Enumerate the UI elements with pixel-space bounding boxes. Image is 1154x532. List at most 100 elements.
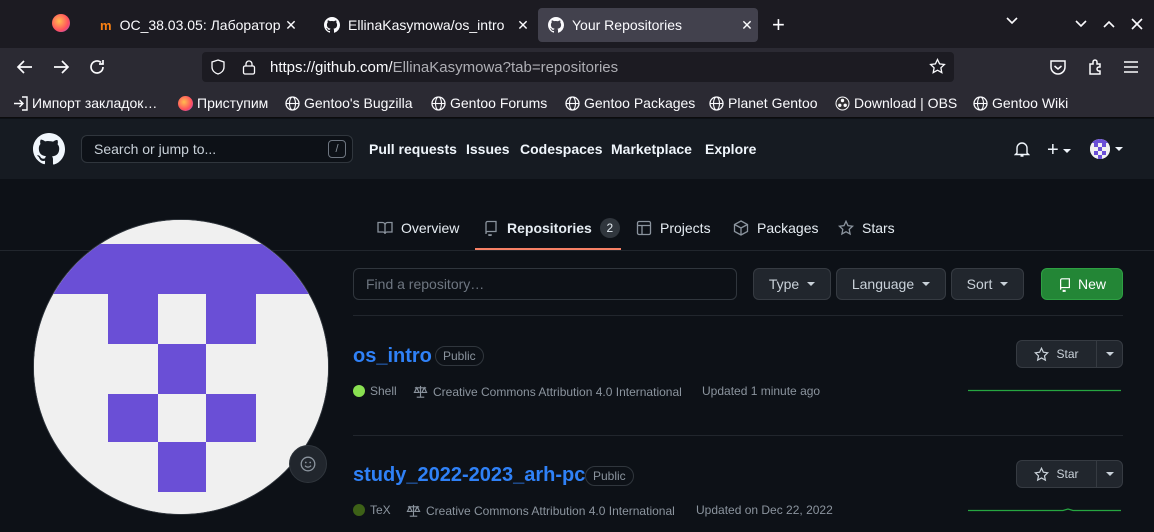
caret-down-icon bbox=[1105, 352, 1114, 356]
repo-license: Creative Commons Attribution 4.0 Interna… bbox=[413, 384, 682, 399]
tab-os-intro[interactable]: EllinaKasymowa/os_intro ✕ bbox=[314, 8, 534, 42]
language-label: Language bbox=[851, 276, 915, 292]
plus-icon: + bbox=[1047, 139, 1059, 161]
menu-icon[interactable] bbox=[1119, 55, 1143, 79]
star-label: Star bbox=[1056, 467, 1079, 481]
caret-down-icon bbox=[1000, 282, 1009, 286]
type-label: Type bbox=[768, 276, 800, 292]
repo-language: TeX bbox=[353, 503, 391, 517]
caret-down-icon bbox=[922, 282, 931, 286]
repo-icon bbox=[485, 220, 497, 236]
github-logo-icon[interactable] bbox=[33, 133, 66, 170]
forward-arrow-icon[interactable] bbox=[49, 55, 73, 79]
globe-icon bbox=[284, 95, 300, 111]
close-icon[interactable]: ✕ bbox=[280, 17, 302, 34]
divider bbox=[353, 315, 1123, 316]
tab-your-repositories[interactable]: Your Repositories ✕ bbox=[538, 8, 758, 42]
search-input[interactable]: Search or jump to... / bbox=[81, 135, 353, 163]
language-color-dot bbox=[353, 385, 365, 397]
bookmark-planet-gentoo[interactable]: Planet Gentoo bbox=[708, 93, 818, 113]
close-icon[interactable]: ✕ bbox=[736, 17, 758, 34]
license-name: Creative Commons Attribution 4.0 Interna… bbox=[433, 384, 682, 399]
star-toggle[interactable]: Star bbox=[1017, 341, 1097, 367]
globe-icon bbox=[708, 95, 724, 111]
bookmark-gentoo-bugzilla[interactable]: Gentoo's Bugzilla bbox=[284, 93, 413, 113]
globe-icon bbox=[972, 95, 988, 111]
repo-language: Shell bbox=[353, 384, 397, 398]
reload-icon[interactable] bbox=[85, 55, 109, 79]
avatar[interactable] bbox=[33, 219, 329, 515]
bookmark-download-obs[interactable]: Download | OBS bbox=[834, 93, 957, 113]
notifications-bell-icon[interactable] bbox=[1013, 141, 1031, 163]
package-icon bbox=[733, 220, 749, 236]
lock-icon[interactable] bbox=[242, 59, 260, 75]
bookmark-gentoo-forums[interactable]: Gentoo Forums bbox=[430, 93, 547, 113]
bookmark-gentoo-wiki[interactable]: Gentoo Wiki bbox=[972, 93, 1068, 113]
caret-down-icon bbox=[1062, 148, 1071, 153]
bookmark-star-icon[interactable] bbox=[929, 57, 946, 79]
globe-icon bbox=[564, 95, 580, 111]
tab-projects[interactable]: Projects bbox=[636, 218, 711, 238]
star-toggle[interactable]: Star bbox=[1017, 461, 1097, 487]
address-bar[interactable]: https://github.com/EllinaKasymowa?tab=re… bbox=[202, 52, 954, 82]
repo-updated: Updated 1 minute ago bbox=[702, 384, 821, 398]
nav-pull-requests[interactable]: Pull requests bbox=[369, 141, 457, 157]
back-arrow-icon[interactable] bbox=[13, 55, 37, 79]
extensions-icon[interactable] bbox=[1084, 55, 1108, 79]
tab-label: Projects bbox=[660, 220, 711, 236]
repo-icon bbox=[1059, 277, 1070, 292]
nav-issues[interactable]: Issues bbox=[466, 141, 510, 157]
language-filter-button[interactable]: Language bbox=[836, 268, 946, 300]
nav-codespaces[interactable]: Codespaces bbox=[520, 141, 602, 157]
tab-stars[interactable]: Stars bbox=[838, 218, 895, 238]
find-repository-input[interactable]: Find a repository… bbox=[353, 268, 737, 300]
star-list-dropdown[interactable] bbox=[1097, 352, 1122, 356]
url-host: https://github.com/ bbox=[270, 58, 393, 76]
tab-list-chevron-icon[interactable] bbox=[1005, 13, 1019, 27]
close-icon[interactable]: ✕ bbox=[512, 17, 534, 34]
new-tab-button[interactable]: + bbox=[772, 12, 785, 38]
smiley-icon bbox=[300, 456, 316, 472]
star-list-dropdown[interactable] bbox=[1097, 472, 1122, 476]
type-filter-button[interactable]: Type bbox=[753, 268, 831, 300]
firefox-view-icon[interactable] bbox=[52, 14, 70, 32]
obs-icon bbox=[834, 95, 850, 111]
tab-repositories[interactable]: Repositories 2 bbox=[483, 218, 620, 238]
tab-packages[interactable]: Packages bbox=[733, 218, 818, 238]
project-table-icon bbox=[636, 220, 652, 236]
bookmark-label: Gentoo Forums bbox=[450, 95, 548, 111]
repositories-count-badge: 2 bbox=[599, 218, 620, 238]
repo-name-link[interactable]: study_2022-2023_arh-pc bbox=[353, 464, 585, 487]
star-button[interactable]: Star bbox=[1016, 460, 1123, 488]
language-color-dot bbox=[353, 504, 365, 516]
language-name: Shell bbox=[370, 384, 397, 398]
star-button[interactable]: Star bbox=[1016, 340, 1123, 368]
github-icon bbox=[548, 17, 564, 33]
visibility-badge: Public bbox=[585, 466, 634, 486]
bookmark-label: Импорт закладок… bbox=[32, 95, 158, 111]
maximize-icon[interactable] bbox=[1103, 16, 1115, 34]
user-menu-dropdown[interactable] bbox=[1090, 139, 1123, 159]
bookmark-get-started[interactable]: Приступим bbox=[177, 93, 268, 113]
tab-lab[interactable]: m ОС_38.03.05: Лаборатор ✕ bbox=[90, 8, 302, 42]
window-close-icon[interactable] bbox=[1131, 17, 1143, 35]
tab-overview[interactable]: Overview bbox=[377, 218, 459, 238]
repo-name-link[interactable]: os_intro bbox=[353, 345, 432, 368]
avatar-small bbox=[1090, 139, 1110, 159]
caret-down-icon bbox=[807, 282, 816, 286]
bookmark-import[interactable]: Импорт закладок… bbox=[12, 93, 157, 113]
slash-shortcut-icon: / bbox=[328, 140, 346, 158]
url-text[interactable]: https://github.com/EllinaKasymowa?tab=re… bbox=[270, 59, 618, 76]
create-new-dropdown[interactable]: + bbox=[1047, 139, 1071, 162]
nav-marketplace[interactable]: Marketplace bbox=[611, 141, 692, 157]
set-status-button[interactable] bbox=[289, 445, 327, 483]
minimize-icon[interactable] bbox=[1075, 16, 1087, 34]
bookmark-gentoo-packages[interactable]: Gentoo Packages bbox=[564, 93, 695, 113]
bookmark-label: Gentoo Wiki bbox=[992, 95, 1069, 111]
sort-button[interactable]: Sort bbox=[951, 268, 1024, 300]
nav-explore[interactable]: Explore bbox=[705, 141, 756, 157]
shield-icon[interactable] bbox=[210, 59, 228, 75]
pocket-icon[interactable] bbox=[1046, 55, 1070, 79]
tab-label: Packages bbox=[757, 220, 819, 236]
new-repository-button[interactable]: New bbox=[1041, 268, 1123, 300]
